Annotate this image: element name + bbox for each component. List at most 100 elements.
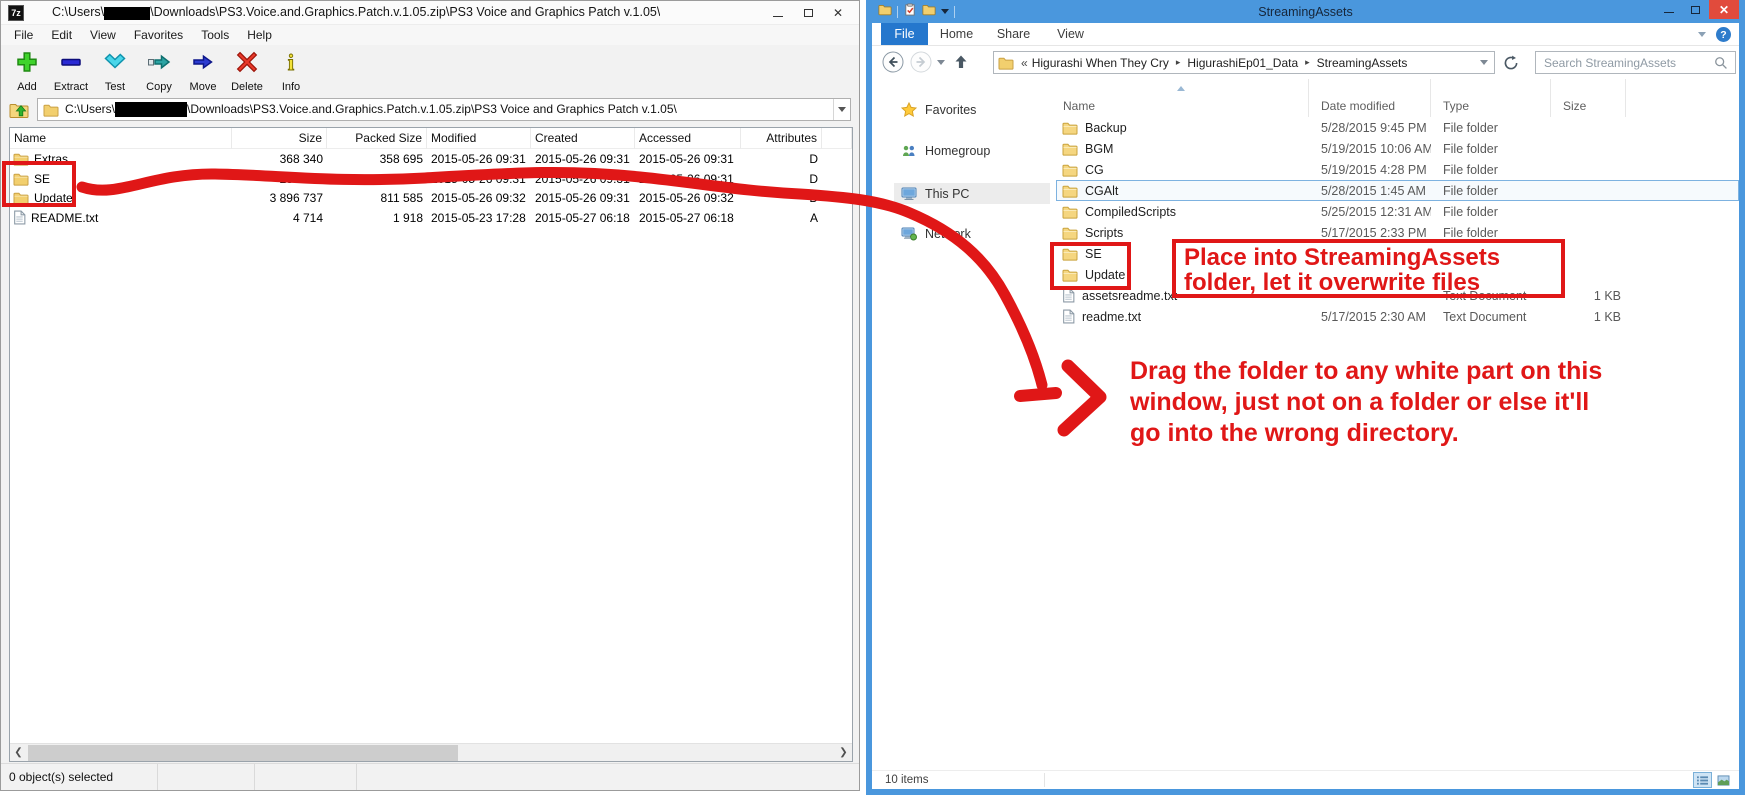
archive-list-row[interactable]: Extras 368 340 358 695 2015-05-26 09:31 …: [10, 149, 852, 169]
search-input[interactable]: [1536, 56, 1714, 70]
expand-ribbon-chevron-icon[interactable]: [1698, 32, 1706, 37]
file-size: [1551, 201, 1626, 222]
new-folder-icon[interactable]: [922, 3, 936, 21]
column-header-type[interactable]: Type: [1431, 79, 1551, 117]
archive-list-row[interactable]: SE 234 467 214 565 2015-05-26 09:31 2015…: [10, 169, 852, 189]
file-name: Scripts: [1085, 226, 1123, 240]
tab-view[interactable]: View: [1042, 23, 1099, 45]
archive-rows: Extras 368 340 358 695 2015-05-26 09:31 …: [10, 149, 852, 228]
explorer-list-row[interactable]: BGM 5/19/2015 10:06 AM File folder: [1056, 138, 1739, 159]
explorer-list-row[interactable]: CGAlt 5/28/2015 1:45 AM File folder: [1056, 180, 1739, 201]
close-button[interactable]: ✕: [1709, 0, 1739, 19]
search-box[interactable]: [1535, 51, 1736, 74]
thumbnail-view-button[interactable]: [1714, 772, 1733, 788]
sidebar-item-this-pc[interactable]: This PC: [894, 183, 1050, 204]
back-button[interactable]: [882, 51, 904, 73]
column-header-name[interactable]: Name: [10, 128, 232, 149]
archive-list-row[interactable]: Update 3 896 737 811 585 2015-05-26 09:3…: [10, 188, 852, 208]
date-modified: 5/17/2015 2:30 AM: [1309, 306, 1431, 327]
help-icon[interactable]: ?: [1716, 27, 1731, 42]
test-button[interactable]: Test: [93, 45, 137, 95]
scroll-left-arrow[interactable]: ❮: [10, 744, 27, 761]
packed-size: 214 565: [327, 169, 427, 189]
separator: [954, 6, 955, 18]
tab-file[interactable]: File: [881, 23, 928, 45]
sidebar-item-homegroup[interactable]: Homegroup: [894, 140, 1050, 161]
tab-share[interactable]: Share: [985, 23, 1042, 45]
explorer-list-row[interactable]: readme.txt 5/17/2015 2:30 AM Text Docume…: [1056, 306, 1739, 327]
extract-button[interactable]: Extract: [49, 45, 93, 95]
menu-tools[interactable]: Tools: [192, 28, 238, 42]
column-header-size[interactable]: Size: [232, 128, 327, 149]
file-size: [1551, 180, 1626, 201]
maximize-button[interactable]: [1682, 0, 1709, 19]
customize-qat-chevron-icon[interactable]: [941, 9, 949, 14]
address-dropdown-button[interactable]: [833, 99, 850, 120]
explorer-list-row[interactable]: Backup 5/28/2015 9:45 PM File folder: [1056, 117, 1739, 138]
explorer-status-bar: 10 items: [872, 770, 1739, 789]
column-header-attributes[interactable]: Attributes: [741, 128, 822, 149]
redaction-box: [104, 7, 150, 20]
breadcrumb-item[interactable]: HigurashiEp01_Data: [1187, 56, 1298, 70]
delete-button[interactable]: Delete: [225, 45, 269, 95]
column-header-modified[interactable]: Modified: [427, 128, 531, 149]
7zip-status-bar: 0 object(s) selected: [1, 763, 859, 790]
forward-button[interactable]: [910, 51, 932, 73]
refresh-icon[interactable]: [1503, 55, 1519, 71]
7zip-address-row: C:\Users\\Downloads\PS3.Voice.and.Graphi…: [1, 95, 859, 126]
close-button[interactable]: ✕: [823, 1, 853, 25]
folder-icon[interactable]: [878, 3, 892, 21]
menu-favorites[interactable]: Favorites: [125, 28, 192, 42]
menu-edit[interactable]: Edit: [42, 28, 81, 42]
address-dropdown-chevron-icon[interactable]: [1480, 60, 1488, 65]
explorer-list-row[interactable]: CompiledScripts 5/25/2015 12:31 AM File …: [1056, 201, 1739, 222]
address-combobox[interactable]: C:\Users\\Downloads\PS3.Voice.and.Graphi…: [37, 98, 851, 121]
breadcrumb-separator-icon[interactable]: ▸: [1169, 57, 1188, 68]
column-header-name[interactable]: Name: [1056, 79, 1309, 117]
menu-file[interactable]: File: [5, 28, 42, 42]
annotation-box-explorer-se-update: [1050, 242, 1131, 290]
breadcrumb-item[interactable]: StreamingAssets: [1317, 56, 1408, 70]
info-button[interactable]: i Info: [269, 45, 313, 95]
column-header-size[interactable]: Size: [1551, 79, 1626, 117]
breadcrumb[interactable]: « Higurashi When They Cry▸HigurashiEp01_…: [993, 51, 1495, 74]
file-list-header: Name Date modified Type Size: [1056, 79, 1739, 117]
up-directory-button[interactable]: [9, 99, 31, 121]
up-button[interactable]: [951, 52, 971, 72]
move-button[interactable]: Move: [181, 45, 225, 95]
horizontal-scrollbar[interactable]: ❮ ❯: [10, 743, 852, 761]
add-button[interactable]: Add: [5, 45, 49, 95]
maximize-button[interactable]: [793, 1, 823, 25]
column-header-date-modified[interactable]: Date modified: [1309, 79, 1431, 117]
explorer-title-bar: StreamingAssets ✕: [872, 0, 1739, 23]
menu-view[interactable]: View: [81, 28, 125, 42]
scrollbar-thumb[interactable]: [28, 745, 458, 761]
column-header-accessed[interactable]: Accessed: [635, 128, 741, 149]
tab-home[interactable]: Home: [928, 23, 985, 45]
breadcrumb-item[interactable]: Higurashi When They Cry: [1032, 56, 1169, 70]
sidebar-item-favorites[interactable]: Favorites: [894, 99, 1050, 120]
recent-locations-chevron-icon[interactable]: [937, 60, 945, 65]
computer-icon: [901, 186, 917, 201]
date-modified: 5/28/2015 9:45 PM: [1309, 117, 1431, 138]
breadcrumb-overflow[interactable]: «: [1019, 56, 1032, 70]
column-header-created[interactable]: Created: [531, 128, 635, 149]
column-header-packed-size[interactable]: Packed Size: [327, 128, 427, 149]
breadcrumb-separator-icon[interactable]: ▸: [1298, 57, 1317, 68]
packed-size: 811 585: [327, 188, 427, 208]
created-date: 2015-05-26 09:31: [531, 149, 635, 169]
folder-icon: [1062, 163, 1078, 177]
folder-icon: [998, 56, 1014, 70]
copy-button[interactable]: Copy: [137, 45, 181, 95]
details-view-button[interactable]: [1693, 772, 1712, 788]
minimize-button[interactable]: [1655, 0, 1682, 19]
sidebar-item-network[interactable]: Network: [894, 223, 1050, 244]
menu-help[interactable]: Help: [238, 28, 281, 42]
file-name: CGAlt: [1085, 184, 1118, 198]
navigation-pane: Favorites Homegroup This PC Network: [872, 79, 1055, 770]
properties-icon[interactable]: [903, 3, 917, 21]
minimize-button[interactable]: [763, 1, 793, 25]
explorer-list-row[interactable]: CG 5/19/2015 4:28 PM File folder: [1056, 159, 1739, 180]
archive-list-row[interactable]: README.txt 4 714 1 918 2015-05-23 17:28 …: [10, 208, 852, 228]
scroll-right-arrow[interactable]: ❯: [835, 744, 852, 761]
